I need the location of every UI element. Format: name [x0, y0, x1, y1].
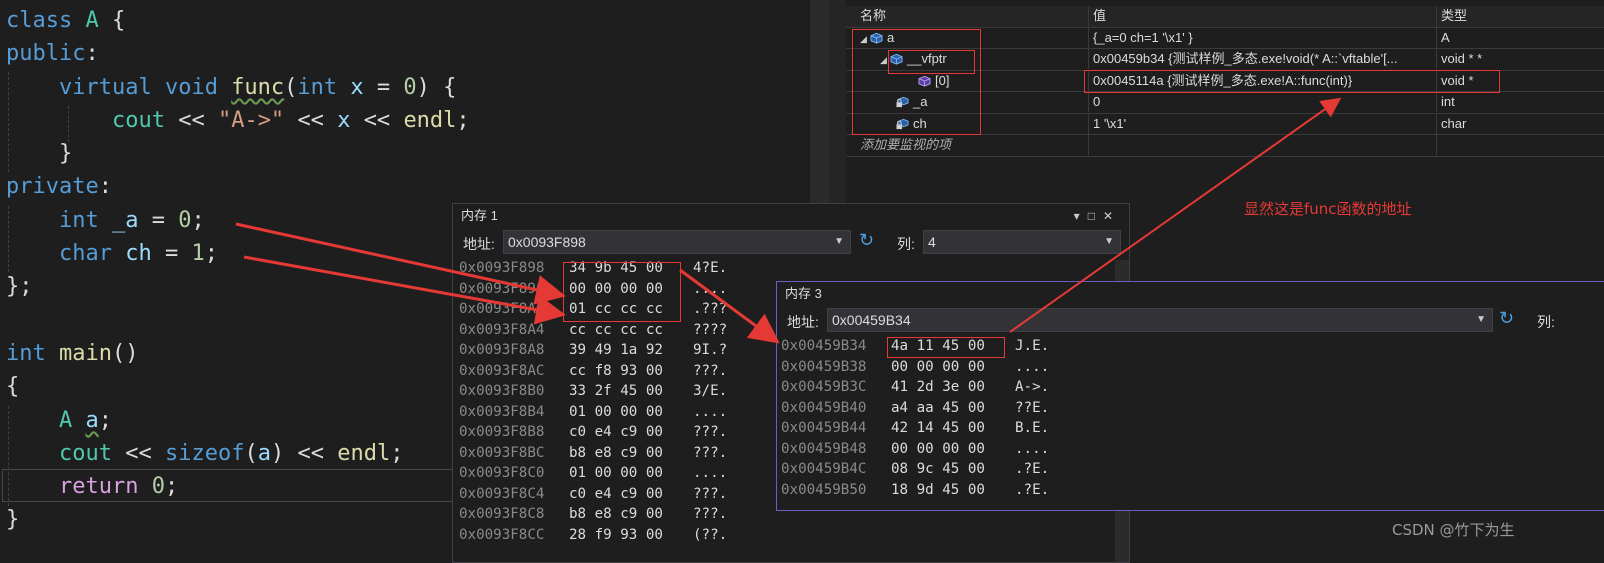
watermark: CSDN @竹下为生 — [1392, 521, 1515, 539]
arrow-vfptr-to-memory3 — [679, 268, 780, 344]
annotation-arrows — [235, 97, 1342, 344]
annotation-text: 显然这是func函数的地址 — [1244, 200, 1412, 218]
